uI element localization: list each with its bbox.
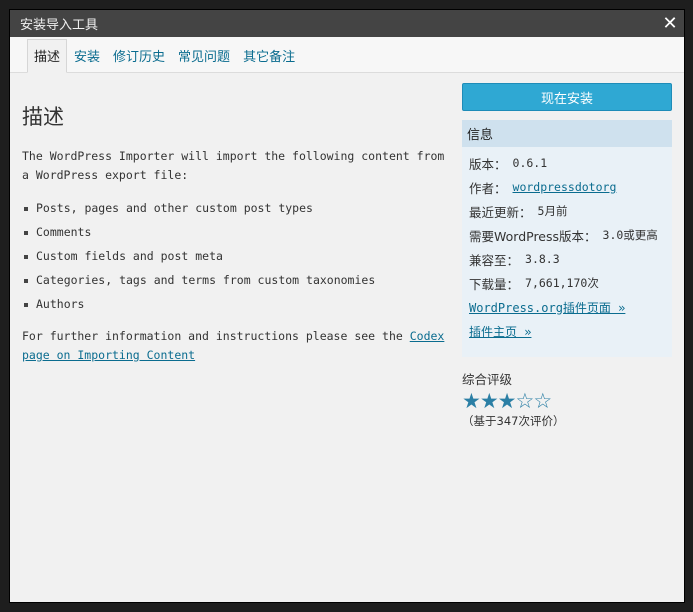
author-row: 作者： wordpressdotorg (469, 175, 672, 199)
info-title: 信息 (462, 120, 672, 147)
updated-value: 5月前 (537, 204, 568, 218)
feature-list: Posts, pages and other custom post types… (22, 196, 450, 316)
plugin-sidebar: 现在安装 信息 版本： 0.6.1 作者： wordpressdotorg 最近… (462, 83, 672, 429)
info-body: 版本： 0.6.1 作者： wordpressdotorg 最近更新： 5月前 … (462, 147, 672, 357)
star-full-icon: ★ (497, 389, 517, 413)
requires-value: 3.0或更高 (602, 228, 658, 242)
tab-changelog[interactable]: 修订历史 (107, 40, 171, 72)
rating-count: （基于347次评价） (462, 414, 565, 428)
requires-label: 需要WordPress版本： (469, 228, 597, 244)
rating-section: 综合评级 ★ ★ ★ ☆ ☆ （基于347次评价） (462, 369, 672, 429)
author-link[interactable]: wordpressdotorg (513, 180, 617, 194)
list-item: Authors (22, 292, 450, 316)
tab-bar: 描述 安装 修订历史 常见问题 其它备注 (10, 37, 684, 73)
star-full-icon: ★ (462, 389, 481, 413)
list-item: Posts, pages and other custom post types (22, 196, 450, 220)
dialog-titlebar: 安装导入工具 ✕ (10, 10, 684, 37)
downloads-value: 7,661,170次 (525, 276, 599, 290)
downloads-row: 下载量： 7,661,170次 (469, 271, 672, 295)
list-item: Custom fields and post meta (22, 244, 450, 268)
version-row: 版本： 0.6.1 (469, 151, 672, 175)
author-label: 作者： (469, 180, 507, 196)
plugin-page-link[interactable]: WordPress.org插件页面 » (469, 299, 625, 316)
compat-value: 3.8.3 (525, 252, 560, 266)
rating-title: 综合评级 (462, 372, 513, 387)
tab-description[interactable]: 描述 (27, 39, 68, 73)
plugin-page-row: WordPress.org插件页面 » (469, 295, 672, 319)
further-info-text: For further information and instructions… (22, 329, 410, 343)
list-item: Categories, tags and terms from custom t… (22, 268, 450, 292)
version-value: 0.6.1 (512, 156, 548, 170)
version-label: 版本： (469, 156, 507, 172)
tab-installation[interactable]: 安装 (68, 40, 106, 72)
updated-label: 最近更新： (469, 204, 532, 220)
description-section: 描述 The WordPress Importer will import th… (22, 101, 450, 365)
compat-label: 兼容至： (469, 252, 520, 268)
info-box: 信息 版本： 0.6.1 作者： wordpressdotorg 最近更新： 5… (462, 120, 672, 357)
homepage-link[interactable]: 插件主页 » (469, 323, 531, 340)
install-now-button[interactable]: 现在安装 (462, 83, 672, 111)
homepage-row: 插件主页 » (469, 319, 672, 343)
star-empty-icon: ☆ (533, 389, 553, 413)
compat-row: 兼容至： 3.8.3 (469, 247, 672, 271)
tab-other-notes[interactable]: 其它备注 (237, 40, 301, 72)
install-dialog: 安装导入工具 ✕ 描述 安装 修订历史 常见问题 其它备注 描述 The Wor… (10, 10, 684, 602)
downloads-label: 下载量： (469, 276, 520, 292)
updated-row: 最近更新： 5月前 (469, 199, 672, 223)
description-heading: 描述 (22, 105, 64, 129)
rating-stars: ★ ★ ★ ☆ ☆ (462, 390, 672, 412)
description-intro: The WordPress Importer will import the f… (22, 149, 445, 182)
requires-row: 需要WordPress版本： 3.0或更高 (469, 223, 672, 247)
close-icon[interactable]: ✕ (656, 10, 684, 37)
tab-faq[interactable]: 常见问题 (172, 40, 236, 72)
list-item: Comments (22, 220, 450, 244)
star-empty-icon: ☆ (515, 389, 535, 413)
star-full-icon: ★ (479, 389, 499, 413)
dialog-title: 安装导入工具 (20, 18, 99, 33)
further-info: For further information and instructions… (22, 327, 450, 365)
